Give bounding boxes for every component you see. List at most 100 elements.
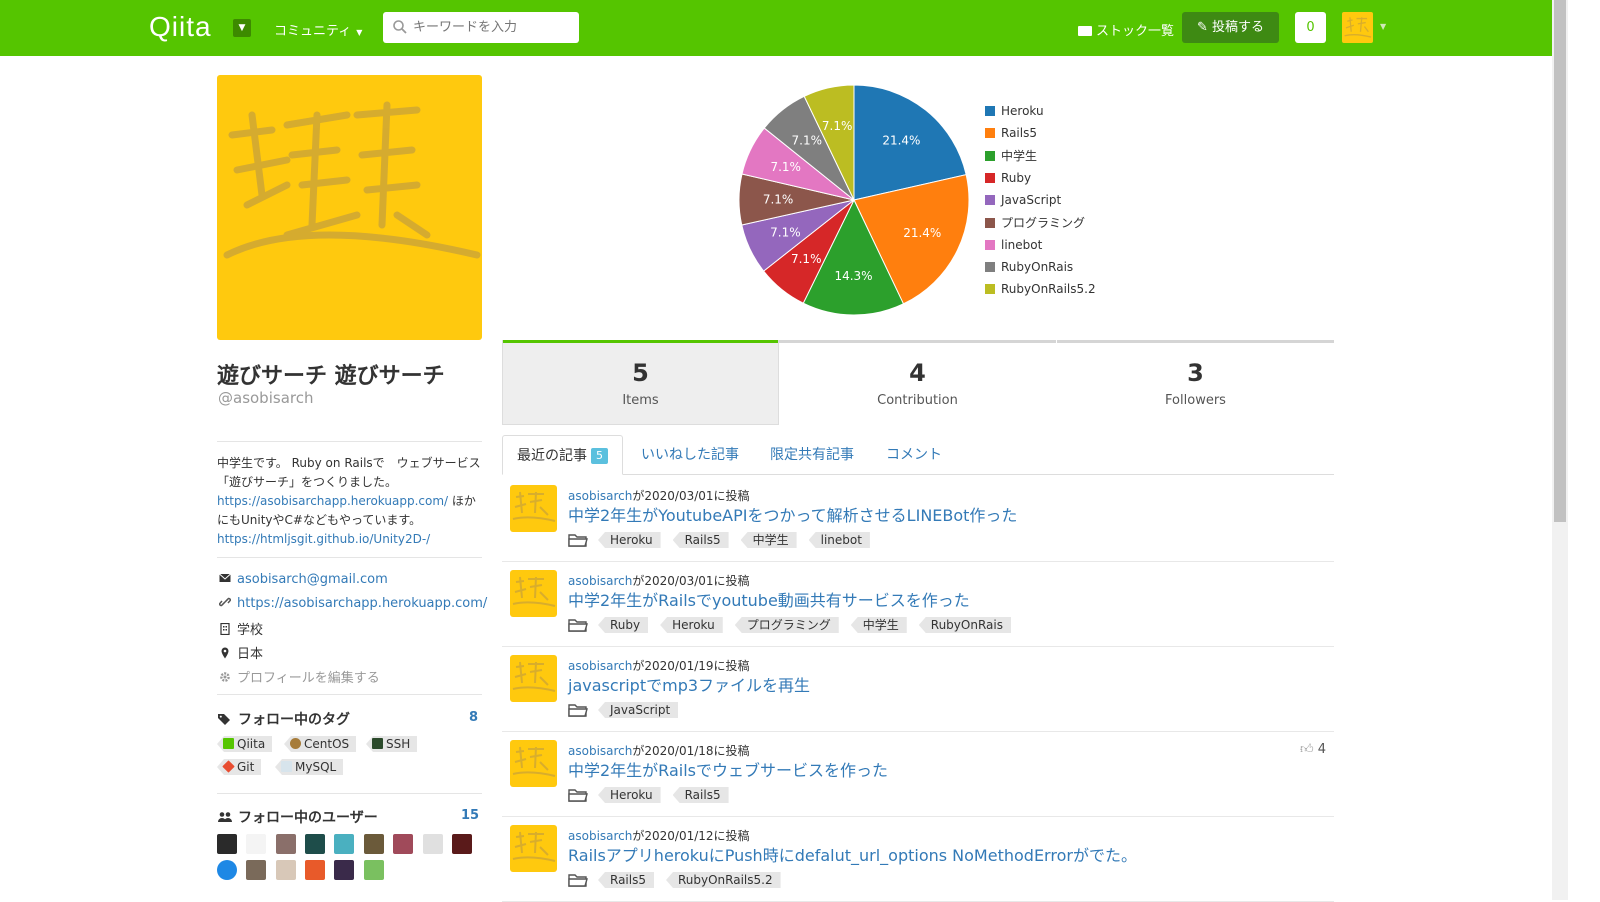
centos-tag-icon <box>290 738 301 749</box>
article-title-link[interactable]: 中学2年生がYoutubeAPIをつかって解析させるLINEBot作った <box>568 502 1017 526</box>
article-tag[interactable]: Ruby <box>598 617 649 633</box>
legend-item: JavaScript <box>985 193 1115 207</box>
tab-recent-articles[interactable]: 最近の記事 5 <box>502 435 623 475</box>
stat-followers[interactable]: 3 Followers <box>1057 340 1334 425</box>
article-tag[interactable]: Heroku <box>598 532 661 548</box>
followed-user-avatar[interactable] <box>246 860 266 880</box>
author-avatar[interactable] <box>510 825 557 872</box>
article-tag[interactable]: linebot <box>808 532 870 548</box>
article-tag[interactable]: 中学生 <box>740 532 797 548</box>
followed-user-avatar[interactable] <box>305 834 325 854</box>
followed-user-avatar[interactable] <box>276 834 296 854</box>
followed-tag[interactable]: CentOS <box>284 736 357 752</box>
article-tag[interactable]: Heroku <box>598 787 661 803</box>
followed-user-avatar[interactable] <box>452 834 472 854</box>
article-tag[interactable]: RubyOnRais <box>918 617 1011 633</box>
avatar-dropdown-icon[interactable]: ▼ <box>1380 22 1386 31</box>
author-link[interactable]: asobisarch <box>568 744 632 758</box>
author-link[interactable]: asobisarch <box>568 659 632 673</box>
logo-dropdown-icon[interactable]: ▼ <box>233 19 251 37</box>
article-tag[interactable]: プログラミング <box>734 617 839 633</box>
followed-user-avatar[interactable] <box>393 834 413 854</box>
search-box[interactable] <box>383 12 579 43</box>
article-tags: JavaScript <box>568 701 690 719</box>
tag-label: SSH <box>386 737 411 751</box>
author-link[interactable]: asobisarch <box>568 489 632 503</box>
scrollbar-thumb[interactable] <box>1554 0 1566 522</box>
article-tags: Heroku Rails5 <box>568 786 741 804</box>
followed-user-avatar[interactable] <box>364 834 384 854</box>
legend-label: プログラミング <box>1001 215 1086 230</box>
article-title-link[interactable]: 中学2年生がRailsでウェブサービスを作った <box>568 757 888 781</box>
community-menu[interactable]: コミュニティ ▼ <box>274 20 362 39</box>
followed-user-avatar[interactable] <box>423 834 443 854</box>
article-tag[interactable]: Rails5 <box>672 787 729 803</box>
article-tag[interactable]: Rails5 <box>672 532 729 548</box>
avatar-image <box>1344 17 1372 38</box>
following-users-title[interactable]: フォロー中のユーザー <box>218 807 378 827</box>
followed-user-avatar[interactable] <box>364 860 384 880</box>
stock-list-link[interactable]: ストック一覧 <box>1078 20 1174 39</box>
search-input[interactable] <box>413 17 573 37</box>
followed-user-avatar[interactable] <box>217 860 237 880</box>
followed-user-avatar[interactable] <box>334 860 354 880</box>
tab-limited-articles[interactable]: 限定共有記事 <box>770 435 854 475</box>
following-tags-label: フォロー中のタグ <box>238 712 350 728</box>
website-link[interactable]: https://asobisarchapp.herokuapp.com/ <box>237 596 487 611</box>
author-link[interactable]: asobisarch <box>568 574 632 588</box>
tab-liked-articles[interactable]: いいねした記事 <box>641 435 739 475</box>
email-link[interactable]: asobisarch@gmail.com <box>237 572 388 587</box>
avatar-image <box>512 831 556 862</box>
followed-user-avatar[interactable] <box>246 834 266 854</box>
profile-email: asobisarch@gmail.com <box>219 572 388 587</box>
qiita-logo[interactable]: Qiita <box>149 11 212 43</box>
pencil-icon: ✎ <box>1196 20 1212 35</box>
stat-contribution[interactable]: 4 Contribution <box>779 340 1056 425</box>
followed-tag[interactable]: Qiita <box>217 736 273 752</box>
article-title-link[interactable]: RailsアプリherokuにPush時にdefalut_url_options… <box>568 842 1137 866</box>
like-count: 👍︎ 4 <box>1300 742 1326 757</box>
article-tag[interactable]: 中学生 <box>850 617 907 633</box>
legend-swatch <box>985 239 995 250</box>
posted-date: が2020/01/18に投稿 <box>632 744 750 758</box>
notification-count[interactable]: 0 <box>1295 12 1326 43</box>
legend-label: RubyOnRais <box>1001 260 1074 275</box>
followed-tag[interactable]: Git <box>217 759 262 775</box>
followed-user-avatar[interactable] <box>334 834 354 854</box>
author-avatar[interactable] <box>510 570 557 617</box>
author-link[interactable]: asobisarch <box>568 829 632 843</box>
post-button[interactable]: ✎ 投稿する <box>1182 12 1279 43</box>
profile-organization: 学校 <box>219 619 263 638</box>
article-tag[interactable]: Rails5 <box>598 872 654 888</box>
following-users-count[interactable]: 15 <box>461 808 479 823</box>
article-item: asobisarchが2020/03/01に投稿 中学2年生がYoutubeAPI… <box>502 477 1334 562</box>
author-avatar[interactable] <box>510 740 557 787</box>
author-avatar[interactable] <box>510 655 557 702</box>
followed-user-avatar[interactable] <box>276 860 296 880</box>
legend-label: Heroku <box>1001 104 1044 118</box>
user-avatar-menu[interactable] <box>1342 12 1373 43</box>
edit-profile-link[interactable]: プロフィールを編集する <box>219 667 380 686</box>
author-avatar[interactable] <box>510 485 557 532</box>
stat-items[interactable]: 5 Items <box>502 340 779 425</box>
following-tags-count[interactable]: 8 <box>469 710 478 725</box>
article-title-link[interactable]: 中学2年生がRailsでyoutube動画共有サービスを作った <box>568 587 970 611</box>
divider <box>217 694 482 695</box>
stat-bar <box>1057 340 1334 343</box>
bio-link-app[interactable]: https://asobisarchapp.herokuapp.com/ <box>217 494 448 508</box>
profile-handle: @asobisarch <box>218 389 314 407</box>
article-tag[interactable]: RubyOnRails5.2 <box>665 872 781 888</box>
legend-swatch <box>985 217 995 228</box>
followed-tag[interactable]: MySQL <box>275 759 344 775</box>
bio-link-unity[interactable]: https://htmljsgit.github.io/Unity2D-/ <box>217 532 430 546</box>
tab-comments[interactable]: コメント <box>886 435 942 475</box>
article-title-link[interactable]: javascriptでmp3ファイルを再生 <box>568 672 810 696</box>
tag-label: CentOS <box>304 737 350 751</box>
followed-user-avatar[interactable] <box>217 834 237 854</box>
following-tags-title[interactable]: フォロー中のタグ <box>218 709 350 729</box>
article-tag[interactable]: JavaScript <box>598 702 679 718</box>
legend-item: プログラミング <box>985 216 1115 230</box>
followed-tag[interactable]: SSH <box>366 736 418 752</box>
followed-user-avatar[interactable] <box>305 860 325 880</box>
article-tag[interactable]: Heroku <box>660 617 723 633</box>
